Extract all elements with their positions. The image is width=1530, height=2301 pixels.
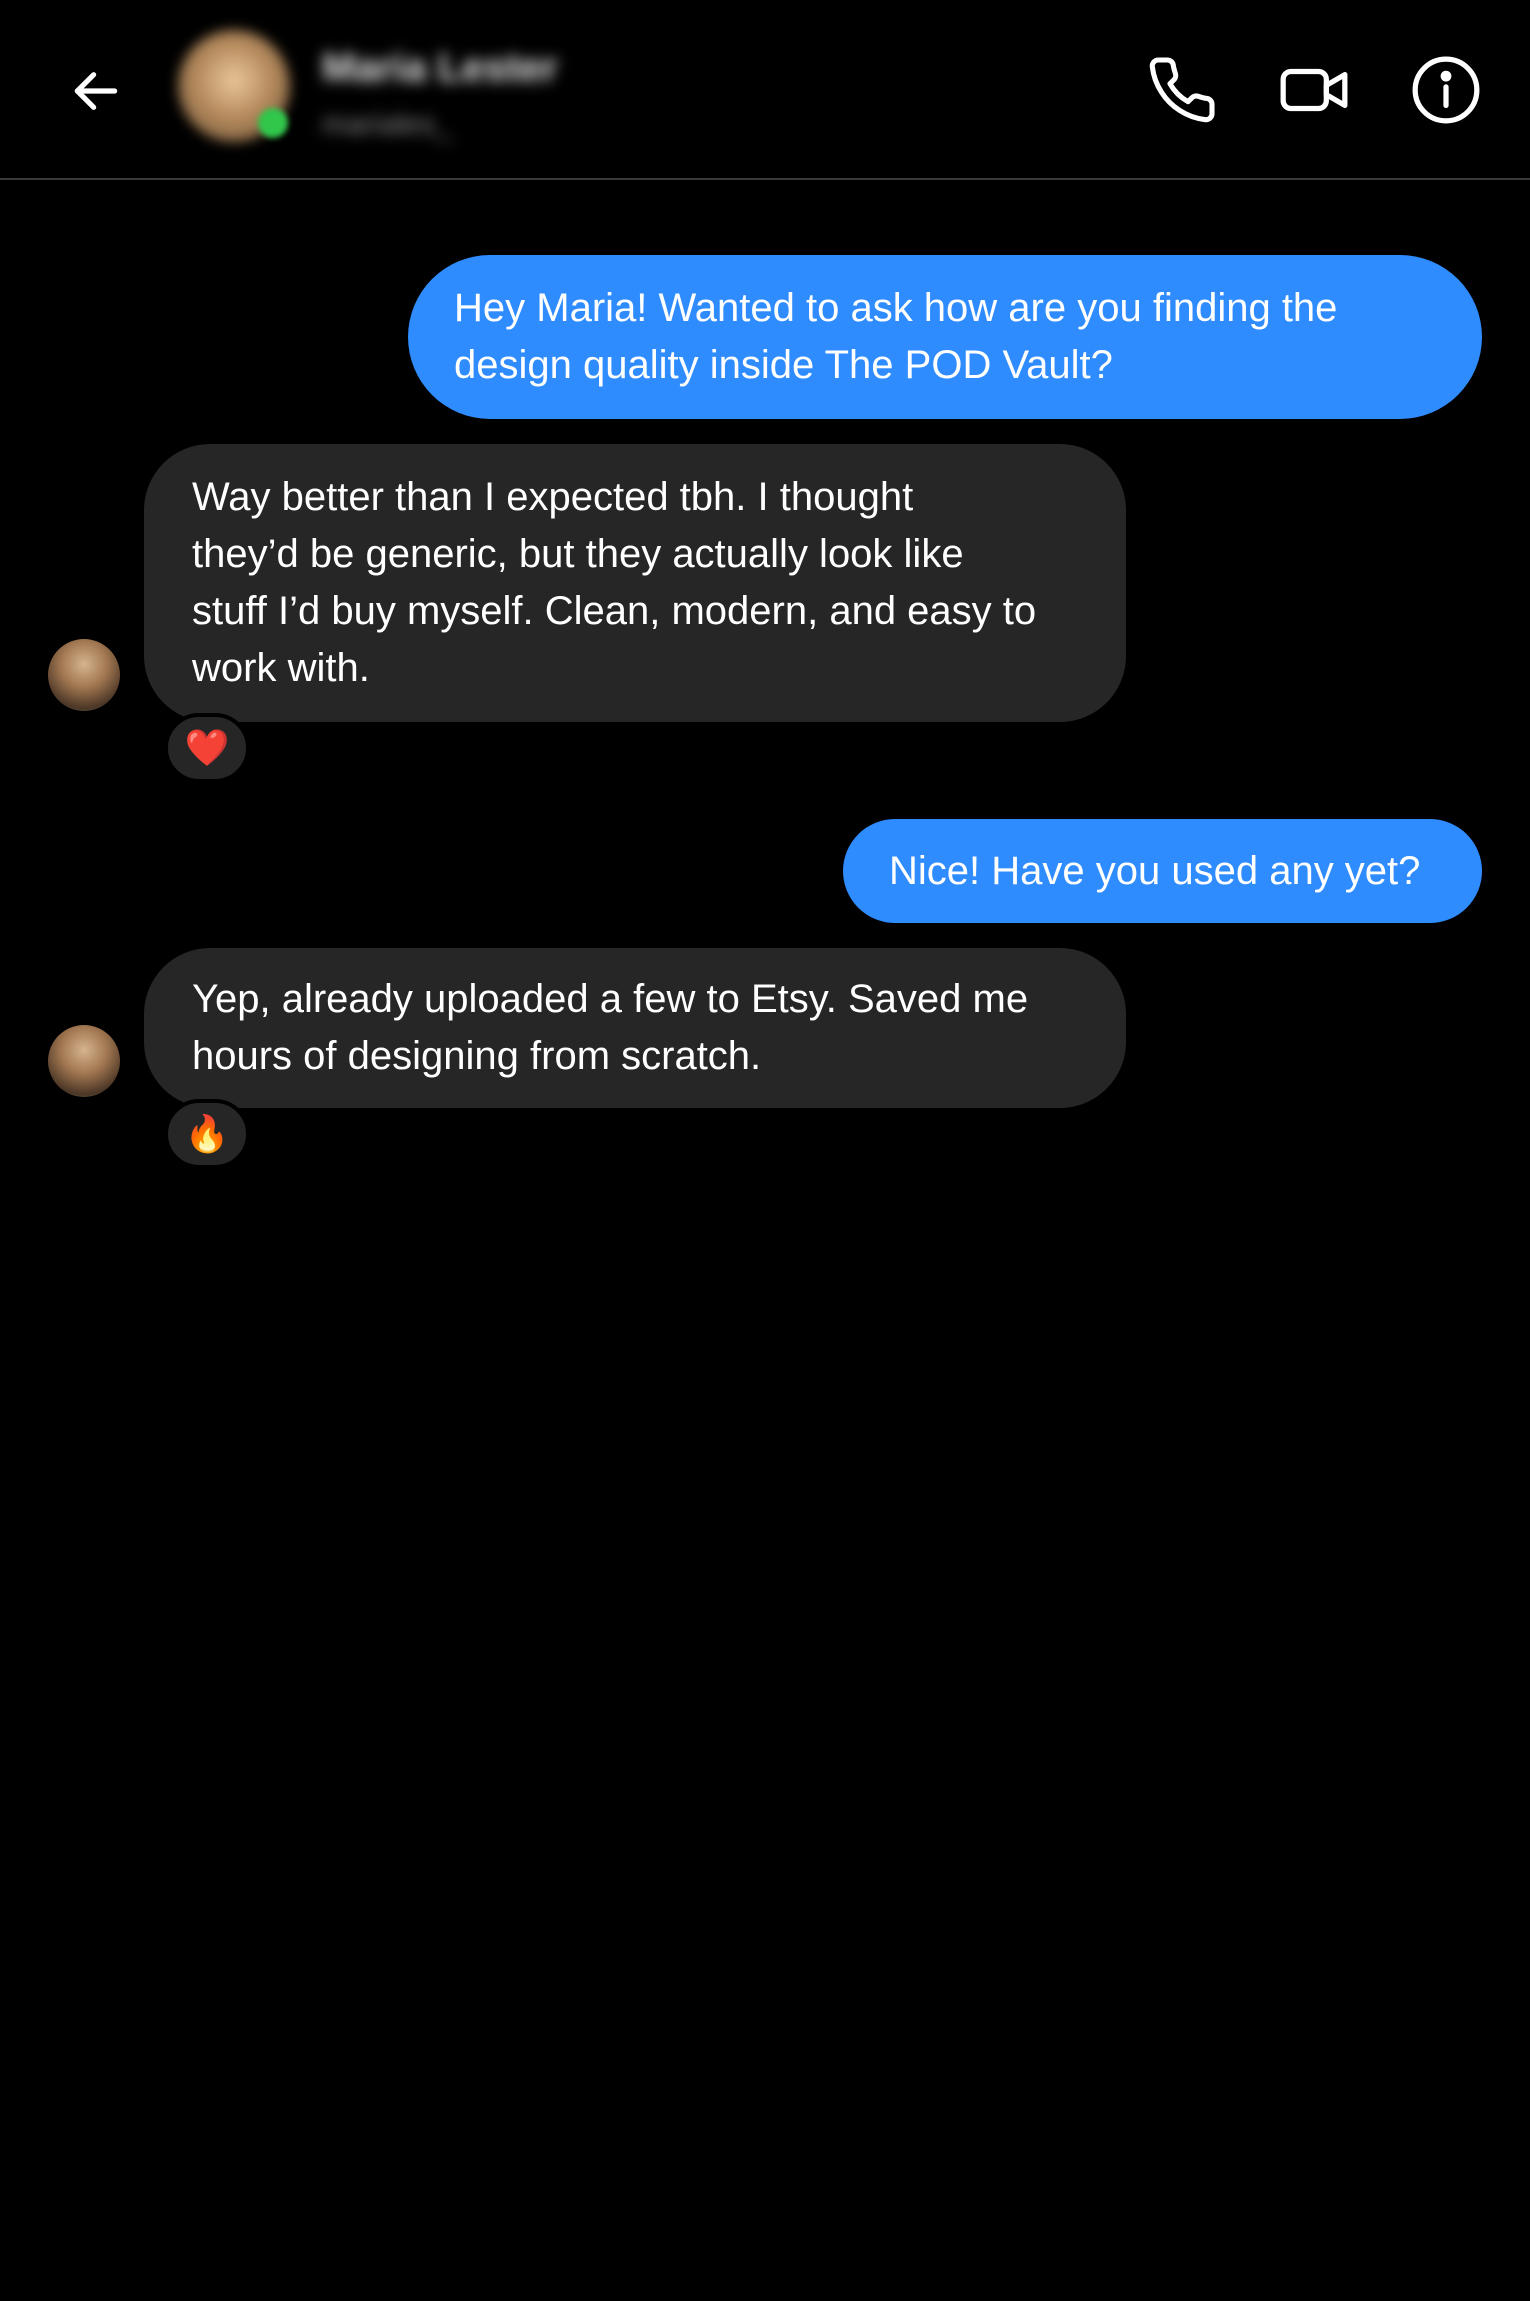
message-text: Nice! Have you used any yet? [889, 848, 1421, 893]
fire-icon: 🔥 [184, 1113, 230, 1154]
video-camera-icon [1280, 68, 1348, 112]
message-text: Hey Maria! Wanted to ask how are you fin… [454, 286, 1338, 387]
conversation-info-button[interactable] [1406, 50, 1486, 130]
heart-icon: ❤️ [184, 727, 230, 768]
incoming-message[interactable]: Way better than I expected tbh. I though… [144, 444, 1126, 722]
contact-name[interactable]: Maria Lester [322, 46, 558, 91]
outgoing-message[interactable]: Nice! Have you used any yet? [843, 819, 1482, 923]
incoming-message[interactable]: Yep, already uploaded a few to Etsy. Sav… [144, 948, 1126, 1108]
outgoing-message[interactable]: Hey Maria! Wanted to ask how are you fin… [408, 255, 1482, 419]
contact-handle: mariales_ [322, 108, 453, 141]
sender-avatar[interactable] [48, 1025, 120, 1097]
call-button[interactable] [1142, 50, 1222, 130]
message-text: Yep, already uploaded a few to Etsy. Sav… [192, 977, 1029, 1078]
message-text: Way better than I expected tbh. I though… [192, 475, 1037, 690]
heart-reaction[interactable]: ❤️ [164, 713, 250, 783]
sender-avatar[interactable] [48, 639, 120, 711]
video-call-button[interactable] [1274, 50, 1354, 130]
online-status-dot [258, 108, 288, 138]
phone-icon [1149, 57, 1215, 123]
info-icon [1412, 56, 1480, 124]
fire-reaction[interactable]: 🔥 [164, 1099, 250, 1169]
back-button[interactable] [60, 55, 132, 127]
message-thread[interactable]: Hey Maria! Wanted to ask how are you fin… [0, 180, 1530, 2301]
arrow-left-icon [74, 72, 118, 110]
chat-header: Maria Lester mariales_ [0, 0, 1530, 180]
